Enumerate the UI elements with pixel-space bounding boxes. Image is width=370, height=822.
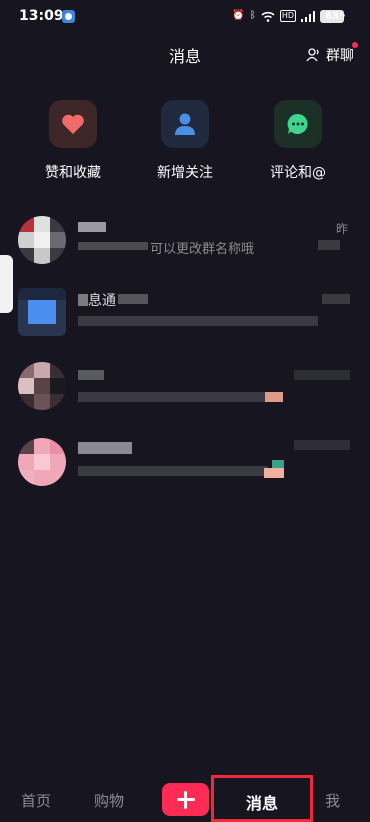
category-label: 赞和收藏 bbox=[45, 165, 101, 181]
nav-shop[interactable]: 购物 bbox=[94, 790, 124, 811]
followers-icon-box bbox=[161, 100, 209, 148]
pixelated-time bbox=[294, 440, 350, 450]
list-item[interactable]: 息通 bbox=[0, 282, 370, 344]
charging-icon: ϟ bbox=[338, 9, 346, 22]
alarm-icon: ⏰ bbox=[232, 10, 245, 21]
add-user-icon bbox=[306, 48, 319, 62]
likes-icon-box bbox=[49, 100, 97, 148]
list-item[interactable] bbox=[0, 358, 370, 420]
group-chat-button[interactable]: 群聊 bbox=[306, 42, 358, 65]
notification-dot bbox=[352, 42, 358, 48]
heart-icon bbox=[62, 114, 84, 134]
pixelated-name-tail bbox=[118, 294, 148, 304]
pixelated-name bbox=[78, 294, 88, 306]
list-item[interactable]: 昨 可以更改群名称哦 bbox=[0, 212, 370, 274]
message-time: 昨 bbox=[335, 222, 348, 236]
pixelated-preview bbox=[78, 242, 148, 250]
pixelated-name bbox=[78, 442, 132, 454]
category-likes[interactable]: 赞和收藏 bbox=[28, 100, 118, 182]
pixelated-thumb bbox=[272, 460, 284, 468]
avatar bbox=[18, 288, 66, 336]
pixelated-name bbox=[78, 222, 106, 232]
pixelated-time bbox=[322, 294, 350, 304]
status-time: 13:09 bbox=[19, 8, 64, 24]
pixelated-thumb bbox=[264, 468, 284, 478]
plus-icon-vertical bbox=[184, 790, 187, 809]
message-name: 息通 bbox=[88, 293, 116, 309]
create-button[interactable] bbox=[162, 783, 209, 816]
message-preview: 可以更改群名称哦 bbox=[150, 242, 255, 257]
nav-me[interactable]: 我 bbox=[325, 790, 340, 811]
bluetooth-icon: ᛒ bbox=[249, 10, 256, 21]
pixelated-preview bbox=[78, 316, 318, 326]
pixelated-preview bbox=[78, 466, 268, 476]
status-icons: ⏰ ᛒ HD 63 bbox=[232, 9, 344, 23]
person-icon bbox=[175, 113, 195, 135]
comment-icon bbox=[287, 113, 308, 134]
nav-messages-label: 消息 bbox=[245, 794, 278, 813]
pixelated-time bbox=[294, 370, 350, 380]
avatar bbox=[18, 216, 66, 264]
group-chat-label: 群聊 bbox=[326, 48, 354, 64]
bottom-nav: 首页 购物 消息 我 bbox=[0, 772, 370, 822]
avatar bbox=[18, 438, 66, 486]
wifi-icon bbox=[261, 11, 275, 22]
comments-icon-box bbox=[274, 100, 322, 148]
avatar bbox=[18, 362, 66, 410]
category-comments[interactable]: 评论和@ bbox=[253, 100, 343, 182]
signal-icon bbox=[301, 10, 315, 22]
app-notification-icon bbox=[62, 10, 75, 23]
nav-home[interactable]: 首页 bbox=[21, 790, 51, 811]
category-label: 评论和@ bbox=[270, 165, 326, 181]
pixelated-meta bbox=[318, 240, 340, 250]
hd-icon: HD bbox=[279, 10, 296, 22]
category-new-followers[interactable]: 新增关注 bbox=[140, 100, 230, 182]
pixelated-thumb bbox=[265, 392, 283, 402]
nav-messages[interactable]: 消息 bbox=[211, 775, 313, 822]
pixelated-name bbox=[78, 370, 104, 380]
status-bar: 13:09 ⏰ ᛒ HD 63 ϟ bbox=[0, 0, 370, 34]
pixelated-preview bbox=[78, 392, 268, 402]
category-label: 新增关注 bbox=[157, 165, 213, 181]
list-item[interactable] bbox=[0, 432, 370, 494]
